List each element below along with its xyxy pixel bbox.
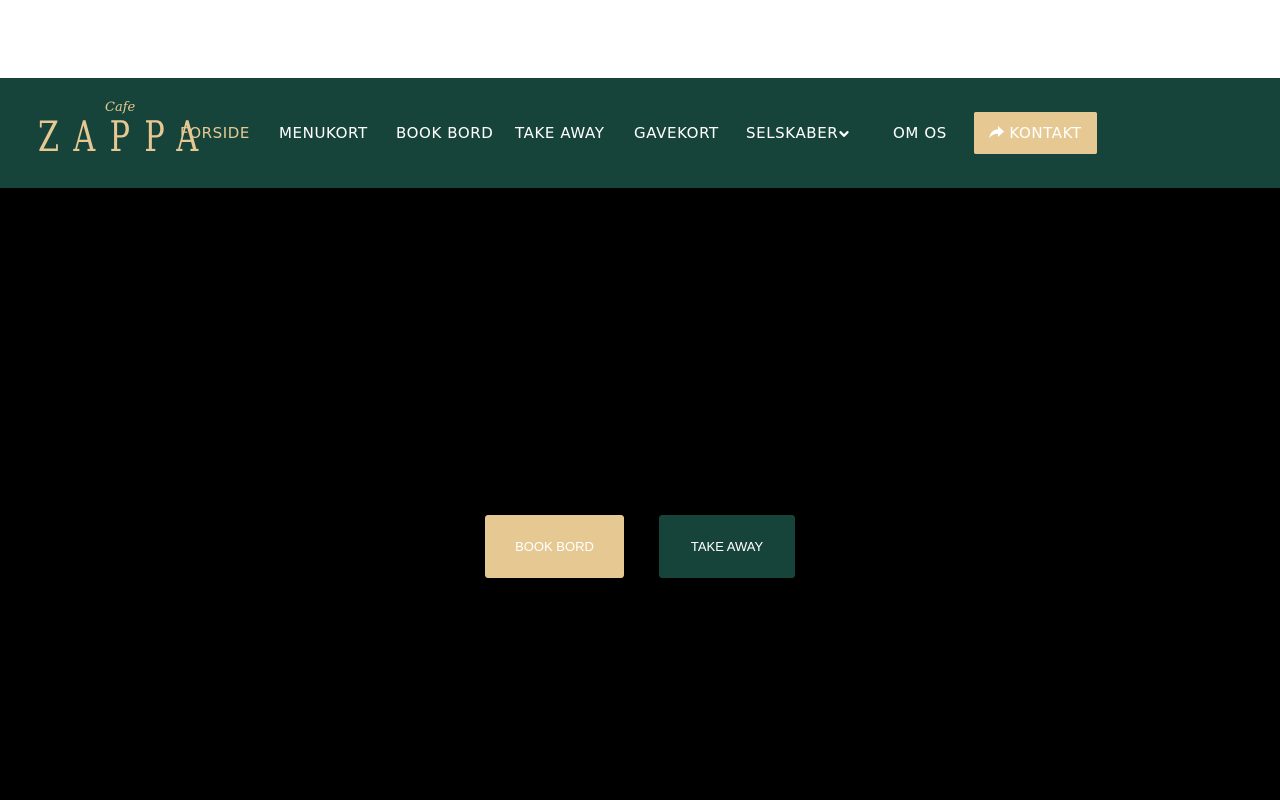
hero-take-away-button[interactable]: TAKE AWAY [659,515,795,578]
nav-item-menukort[interactable]: MENUKORT [279,78,368,188]
hero-section: BOOK BORD TAKE AWAY [0,188,1280,800]
main-navbar: Cafe ZAPPA FORSIDE MENUKORT BOOK BORD TA… [0,78,1280,188]
nav-item-selskaber-label: SELSKABER [746,124,839,142]
nav-item-take-away[interactable]: TAKE AWAY [515,78,604,188]
kontakt-label: KONTAKT [1009,124,1082,142]
share-arrow-icon [989,126,1005,139]
nav-item-gavekort[interactable]: GAVEKORT [634,78,719,188]
nav-item-om-os[interactable]: OM OS [893,78,947,188]
nav-item-selskaber[interactable]: SELSKABER [746,78,849,188]
kontakt-button[interactable]: KONTAKT [974,112,1097,154]
nav-item-book-bord[interactable]: BOOK BORD [396,78,493,188]
nav-item-forside[interactable]: FORSIDE [170,78,250,188]
top-white-bar [0,0,1280,78]
hero-book-bord-button[interactable]: BOOK BORD [485,515,624,578]
chevron-down-icon [839,130,849,137]
